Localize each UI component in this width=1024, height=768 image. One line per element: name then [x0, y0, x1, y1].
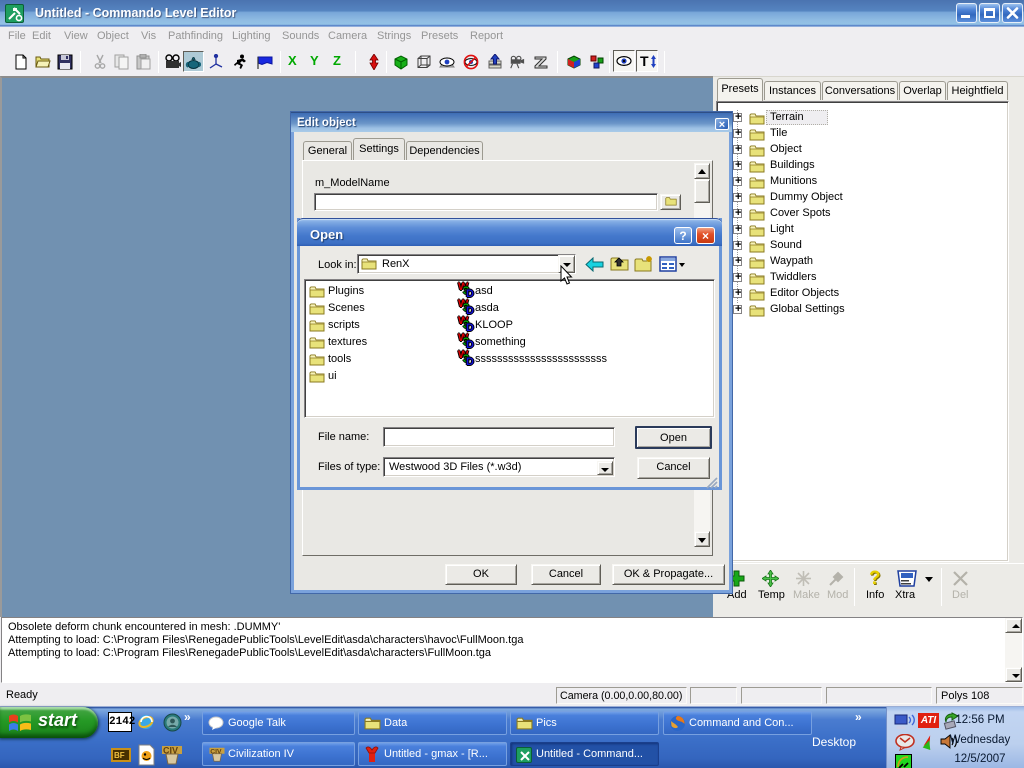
svg-text:BF: BF — [114, 751, 125, 760]
